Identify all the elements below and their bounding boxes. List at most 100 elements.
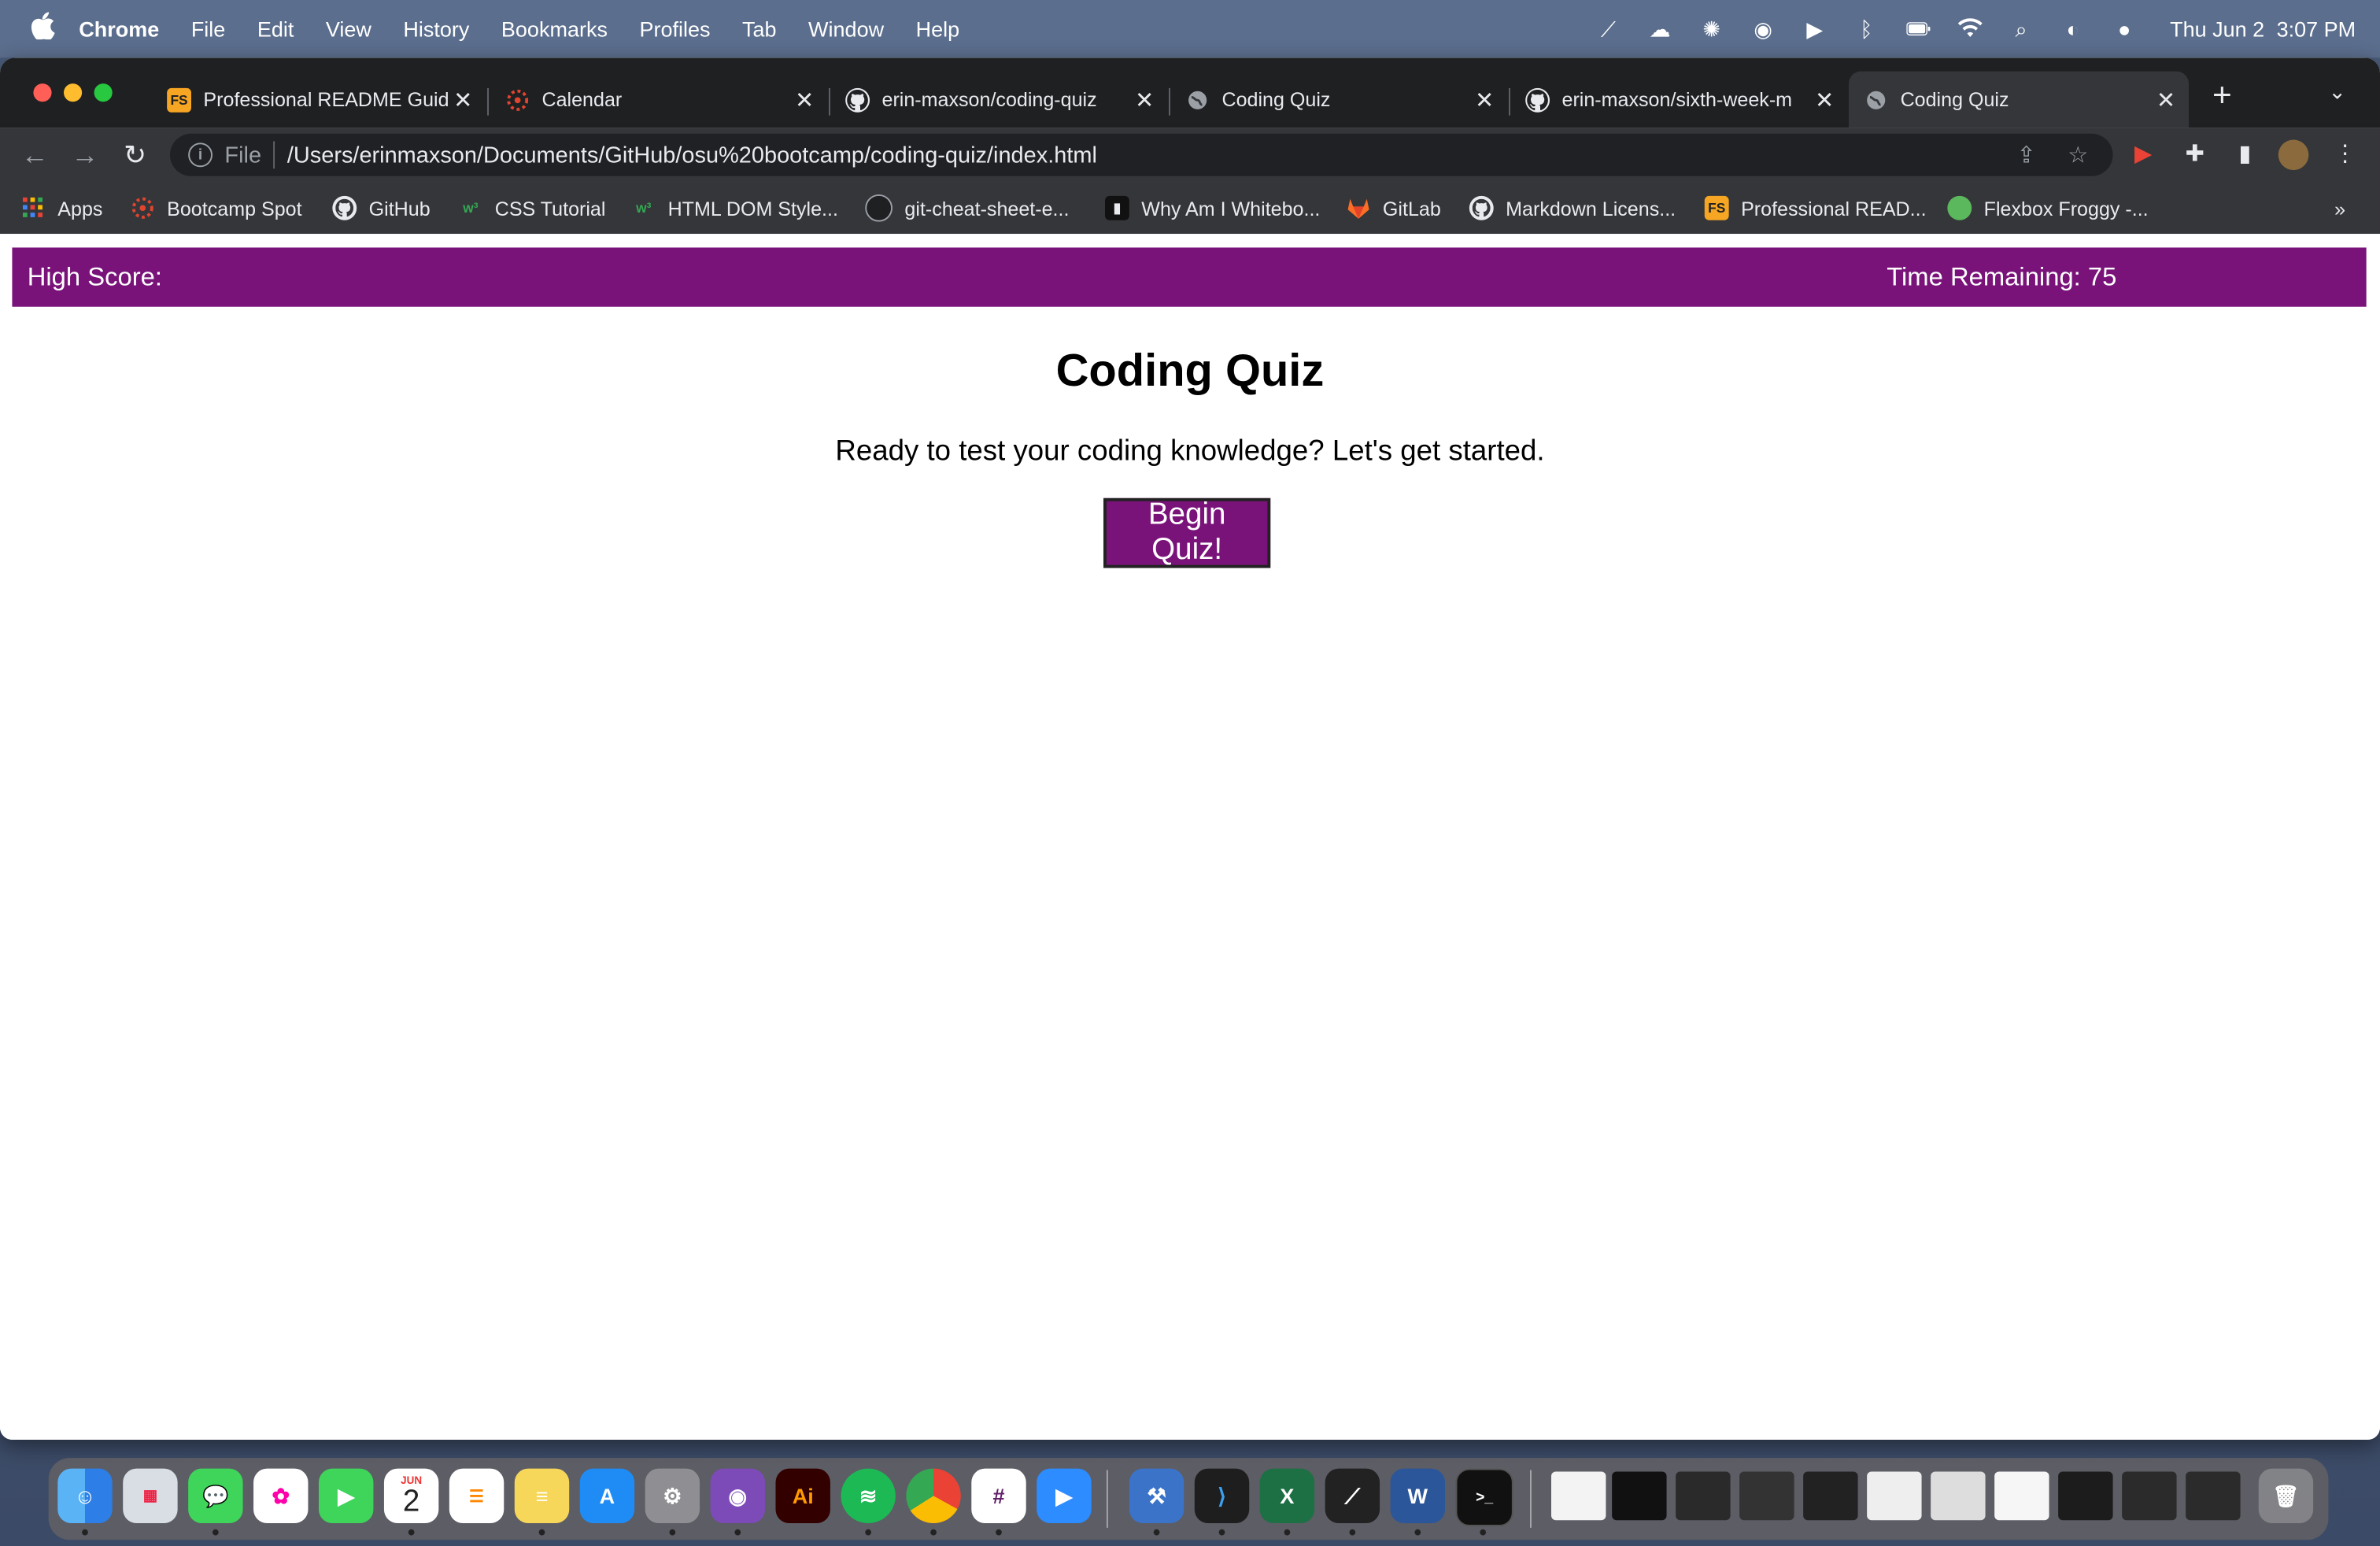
wifi-icon[interactable] [1957, 17, 1982, 41]
profile-avatar[interactable] [2278, 139, 2309, 171]
minimized-window-thumbnail[interactable] [1867, 1471, 1922, 1521]
bookmark-git-cheat-sheet[interactable]: git-cheat-sheet-e... [865, 194, 1069, 222]
battery-icon[interactable] [1905, 17, 1931, 41]
tab-github-coding-quiz[interactable]: erin-maxson/coding-quiz ✕ [830, 72, 1167, 128]
begin-quiz-button[interactable]: Begin Quiz! [1103, 497, 1271, 568]
more-bookmarks-chevron-icon[interactable]: » [2334, 194, 2345, 222]
photos-icon[interactable]: ✿ [253, 1468, 309, 1524]
tab-close-icon[interactable]: ✕ [791, 86, 819, 113]
illustrator-icon[interactable]: Ai [775, 1468, 830, 1524]
xcode-icon[interactable]: ⚒ [1129, 1468, 1184, 1524]
finder-icon[interactable]: ☺ [57, 1468, 113, 1524]
tab-close-icon[interactable]: ✕ [1471, 86, 1499, 113]
tab-calendar[interactable]: Calendar ✕ [490, 72, 827, 128]
trash-icon[interactable]: 🗑 [2258, 1468, 2314, 1524]
reminders-icon[interactable]: ☰ [449, 1468, 504, 1524]
siri-icon[interactable]: ● [2112, 17, 2137, 41]
slack-icon[interactable]: # [971, 1468, 1026, 1524]
word-icon[interactable]: W [1390, 1468, 1445, 1524]
tab-github-sixth-week[interactable]: erin-maxson/sixth-week-m ✕ [1510, 72, 1847, 128]
tab-coding-quiz-active[interactable]: Coding Quiz ✕ [1848, 71, 2189, 128]
bookmark-markdown-license[interactable]: Markdown Licens... [1469, 194, 1676, 222]
back-arrow-icon[interactable]: ← [18, 139, 51, 172]
menu-file[interactable]: File [191, 17, 226, 41]
control-center-icon[interactable]: ◐ [2060, 17, 2085, 41]
system-preferences-icon[interactable]: ⚙ [645, 1468, 700, 1524]
tab-close-icon[interactable]: ✕ [1131, 86, 1159, 113]
minimized-window-thumbnail[interactable] [1676, 1471, 1731, 1521]
bookmark-star-icon[interactable]: ☆ [2064, 141, 2092, 168]
menu-help[interactable]: Help [916, 17, 960, 41]
play-icon[interactable]: ▶ [1802, 16, 1827, 41]
minimized-window-thumbnail[interactable] [1739, 1471, 1794, 1521]
address-bar[interactable]: i File /Users/erinmaxson/Documents/GitHu… [169, 133, 2113, 176]
menubar-time[interactable]: 3:07 PM [2277, 17, 2356, 41]
menu-tab[interactable]: Tab [742, 17, 777, 41]
bookmark-css-tutorial[interactable]: w³ CSS Tutorial [458, 194, 605, 222]
bookmark-why-am-i-whiteboarding[interactable]: ▮ Why Am I Whitebo... [1104, 194, 1320, 222]
tab-professional-readme[interactable]: FS Professional README Guid ✕ [152, 72, 486, 128]
menu-profiles[interactable]: Profiles [639, 17, 710, 41]
tab-close-icon[interactable]: ✕ [2153, 86, 2180, 113]
extensions-puzzle-icon[interactable]: ✚ [2179, 139, 2210, 170]
minimized-window-thumbnail[interactable] [2058, 1471, 2113, 1521]
forward-arrow-icon[interactable]: → [68, 139, 102, 172]
tab-search-chevron-icon[interactable]: ⌄ [2328, 79, 2346, 105]
site-info-icon[interactable]: i [188, 142, 213, 168]
creative-cloud-icon[interactable]: ☁ [1648, 16, 1672, 41]
more-menu-icon[interactable]: ⋮ [2330, 139, 2360, 170]
minimized-window-thumbnail[interactable] [1994, 1471, 2049, 1521]
bookmark-github[interactable]: GitHub [332, 194, 431, 222]
terminal-icon[interactable]: >_ [1455, 1468, 1513, 1526]
minimized-window-thumbnail[interactable] [1803, 1471, 1858, 1521]
app-store-icon[interactable]: A [579, 1468, 635, 1524]
spotlight-search-icon[interactable]: ⌕ [2009, 16, 2034, 41]
notes-icon[interactable]: ≡ [514, 1468, 570, 1524]
tab-coding-quiz[interactable]: Coding Quiz ✕ [1170, 72, 1507, 128]
zoom-icon[interactable]: ▶ [1037, 1468, 1092, 1524]
side-panel-icon[interactable]: ▮ [2230, 139, 2260, 170]
minimized-window-thumbnail[interactable] [1612, 1471, 1667, 1521]
bookmark-bootcamp-spot[interactable]: Bootcamp Spot [131, 194, 302, 222]
excel-icon[interactable]: X [1259, 1468, 1315, 1524]
spotify-icon[interactable]: ≋ [841, 1468, 896, 1524]
bookmark-gitlab[interactable]: GitLab [1347, 194, 1441, 222]
minimized-window-thumbnail[interactable] [1550, 1471, 1606, 1521]
menubar-date[interactable]: Thu Jun 2 [2170, 17, 2264, 41]
menu-window[interactable]: Window [808, 17, 884, 41]
bluetooth-icon[interactable]: ᛒ [1854, 17, 1879, 41]
tab-close-icon[interactable]: ✕ [1811, 86, 1839, 113]
launchpad-icon[interactable]: ▦ [123, 1468, 178, 1524]
minimized-window-thumbnail[interactable] [2122, 1471, 2177, 1521]
reload-icon[interactable]: ↻ [118, 139, 151, 172]
calendar-icon[interactable]: JUN 2 [383, 1468, 439, 1524]
vscode-icon[interactable]: ⟩ [1194, 1468, 1250, 1524]
minimized-window-thumbnail[interactable] [1931, 1471, 1986, 1521]
menu-bookmarks[interactable]: Bookmarks [501, 17, 608, 41]
bookmark-professional-readme[interactable]: FS Professional READ... [1704, 194, 1927, 222]
tab-close-icon[interactable]: ✕ [449, 86, 477, 113]
close-window-button[interactable] [33, 83, 52, 102]
screencastify-extension-icon[interactable]: ▶ [2128, 139, 2159, 170]
minimized-window-thumbnail[interactable] [2186, 1471, 2241, 1521]
menu-edit[interactable]: Edit [257, 17, 294, 41]
airdrop-icon[interactable]: ◉ [1751, 16, 1776, 41]
facetime-icon[interactable]: ▶ [318, 1468, 374, 1524]
minimize-window-button[interactable] [63, 83, 83, 102]
link-app-icon[interactable]: ⟋ [1325, 1468, 1380, 1524]
menu-app-name[interactable]: Chrome [79, 17, 159, 41]
url-text[interactable]: /Users/erinmaxson/Documents/GitHub/osu%2… [287, 142, 1097, 168]
new-tab-plus-icon[interactable]: + [2204, 78, 2240, 115]
menu-view[interactable]: View [326, 17, 371, 41]
link-status-icon[interactable]: ⟋ [1596, 16, 1621, 41]
apple-menu-icon[interactable] [28, 11, 58, 46]
brightness-icon[interactable]: ✺ [1699, 16, 1724, 41]
bookmark-html-dom-style[interactable]: w³ HTML DOM Style... [631, 194, 838, 222]
share-icon[interactable]: ⇪ [2012, 141, 2040, 168]
chrome-icon[interactable] [906, 1468, 961, 1524]
zoom-window-button[interactable] [94, 83, 113, 102]
github-desktop-icon[interactable]: ◉ [710, 1468, 765, 1524]
bookmark-flexbox-froggy[interactable]: Flexbox Froggy -... [1947, 194, 2149, 222]
high-score-label[interactable]: High Score: [28, 263, 162, 294]
messages-icon[interactable]: 💬 [188, 1468, 243, 1524]
